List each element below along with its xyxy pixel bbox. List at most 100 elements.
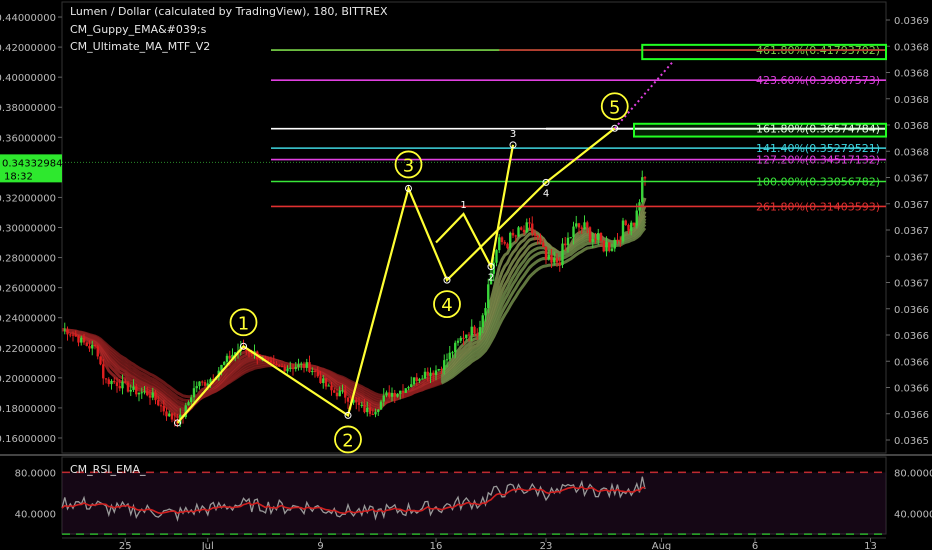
wave-label-major: 4 xyxy=(441,295,452,316)
candle-body xyxy=(107,379,110,385)
candle-body xyxy=(157,400,160,406)
candle-body xyxy=(322,378,325,384)
current-price-time: 18:32 xyxy=(4,171,33,182)
candle-body xyxy=(404,388,407,393)
candle-body xyxy=(569,237,572,239)
candle-body xyxy=(311,371,314,373)
candle-body xyxy=(278,365,281,367)
candle-body xyxy=(572,226,575,238)
candle-body xyxy=(459,337,462,341)
candle-body xyxy=(88,345,91,349)
candle-body xyxy=(542,242,545,247)
current-price-label: 0.34332984 xyxy=(2,158,62,169)
candle-body xyxy=(415,377,418,382)
y-left-tick-label: 0.38000000 xyxy=(0,103,56,114)
y-right-tick-label: 0.0367 xyxy=(894,226,929,237)
wave-label-minor: 2 xyxy=(488,273,494,284)
y-left-tick-label: 0.40000000 xyxy=(0,73,56,84)
candle-body xyxy=(297,364,300,368)
candle-body xyxy=(619,240,622,242)
candle-body xyxy=(162,405,165,412)
candle-body xyxy=(426,371,429,376)
candle-body xyxy=(503,242,506,244)
wave-label-major: 3 xyxy=(403,155,414,176)
candle-body xyxy=(393,392,396,397)
candle-body xyxy=(159,405,163,407)
wave-label-major: 1 xyxy=(238,313,249,334)
candle-body xyxy=(305,362,308,368)
candle-body xyxy=(410,384,413,388)
candle-body xyxy=(363,404,366,413)
candle-body xyxy=(302,363,306,368)
candle-body xyxy=(80,337,83,343)
x-tick-label: Aug xyxy=(652,541,672,550)
candle-body xyxy=(547,254,550,260)
candle-body xyxy=(577,223,581,228)
y-right-tick-label: 0.0366 xyxy=(894,305,929,316)
candle-body xyxy=(269,360,273,363)
candle-body xyxy=(437,369,440,371)
candle-body xyxy=(327,385,330,387)
candle-body xyxy=(476,333,479,336)
candle-body xyxy=(374,412,377,415)
candle-body xyxy=(432,372,435,375)
rsi-title: CM_RSI_EMA_ xyxy=(70,463,146,476)
y-right-tick-label: 0.0369 xyxy=(894,16,929,27)
candle-body xyxy=(564,243,567,246)
candle-body xyxy=(470,326,473,336)
target-box-lower xyxy=(633,122,887,138)
candle-body xyxy=(454,342,457,353)
candle-body xyxy=(594,238,597,240)
candle-body xyxy=(223,361,226,365)
y-left-tick-label: 0.16000000 xyxy=(0,434,56,445)
candle-body xyxy=(536,235,539,238)
candle-body xyxy=(341,390,344,392)
candle-body xyxy=(418,378,421,382)
candle-body xyxy=(129,389,132,392)
candle-body xyxy=(544,246,548,260)
candle-body xyxy=(283,366,286,372)
candle-body xyxy=(500,237,504,243)
candle-body xyxy=(591,238,594,242)
candle-body xyxy=(201,381,204,383)
y-right-tick-label: 0.0366 xyxy=(894,384,929,395)
wave-label-minor: 1 xyxy=(460,200,466,211)
y-right-tick-label: 0.0368 xyxy=(894,147,929,158)
candle-body xyxy=(267,359,270,361)
y-left-tick-label: 0.36000000 xyxy=(0,133,56,144)
candle-body xyxy=(132,386,135,390)
candle-body xyxy=(104,378,108,380)
candle-body xyxy=(388,392,391,397)
candle-body xyxy=(110,380,113,385)
candle-body xyxy=(478,327,482,336)
candle-body xyxy=(588,227,592,242)
candle-body xyxy=(487,284,490,309)
candle-body xyxy=(580,227,583,229)
candle-body xyxy=(324,378,328,387)
y-right-tick-label: 0.0365 xyxy=(894,436,929,447)
candle-body xyxy=(514,235,517,237)
candle-body xyxy=(137,392,141,395)
candle-body xyxy=(330,385,333,391)
y-left-tick-label: 0.30000000 xyxy=(0,224,56,235)
candle-body xyxy=(151,392,154,398)
candle-body xyxy=(561,243,564,265)
candle-body xyxy=(528,222,531,224)
candle-body xyxy=(291,367,295,369)
candle-body xyxy=(69,334,72,336)
candle-body xyxy=(520,227,523,230)
candle-body xyxy=(63,329,66,331)
candle-body xyxy=(621,220,625,242)
y-right-tick-label: 0.0367 xyxy=(894,279,929,290)
candle-body xyxy=(319,376,322,384)
candle-body xyxy=(498,237,501,251)
candle-body xyxy=(360,404,363,406)
candle-body xyxy=(467,334,471,336)
candle-body xyxy=(506,243,509,249)
wave-label-major: 5 xyxy=(609,97,620,118)
y-left-tick-label: 0.42000000 xyxy=(0,43,56,54)
fib-label: 423.60%(0.39807573) xyxy=(756,74,880,87)
candle-body xyxy=(294,367,297,369)
candle-body xyxy=(423,371,427,379)
candle-body xyxy=(473,326,476,334)
